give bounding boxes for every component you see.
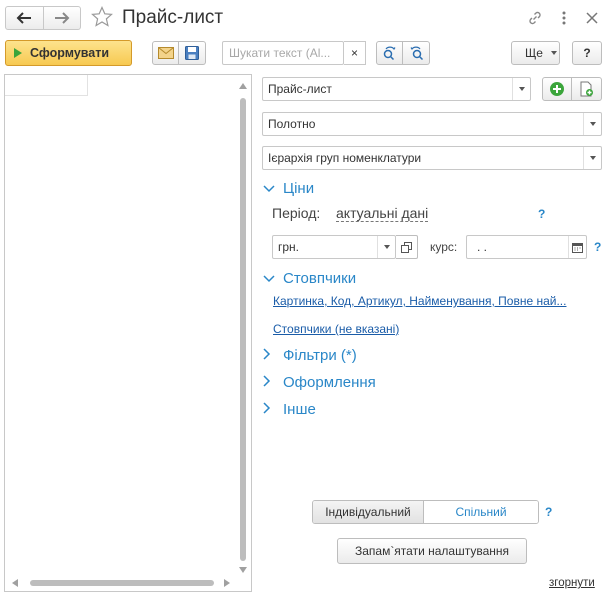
chevron-down-icon xyxy=(263,181,277,196)
columns-section-label: Стовпчики xyxy=(283,270,357,287)
filters-section-header[interactable]: Фільтри (*) xyxy=(263,347,357,364)
horizontal-scrollbar[interactable] xyxy=(8,577,240,589)
arrow-left-icon xyxy=(16,12,32,24)
back-button[interactable] xyxy=(6,7,43,29)
search-previous-button[interactable] xyxy=(403,41,430,65)
floppy-disk-icon xyxy=(185,46,199,60)
search-next-button[interactable] xyxy=(376,41,403,65)
report-variant-value: Прайс-лист xyxy=(268,82,332,96)
search-forward-icon xyxy=(383,46,395,60)
help-button[interactable]: ? xyxy=(572,41,602,65)
individual-mode-option[interactable]: Індивідуальний xyxy=(313,501,424,523)
chevron-right-icon xyxy=(263,348,277,363)
save-button[interactable] xyxy=(179,41,206,65)
more-button[interactable]: Ще xyxy=(511,41,560,65)
scroll-up-icon[interactable] xyxy=(239,83,247,89)
period-value-link[interactable]: актуальні дані xyxy=(336,205,429,222)
currency-value: грн. xyxy=(278,240,300,254)
link-icon[interactable] xyxy=(526,9,544,27)
output-format-value: Полотно xyxy=(268,117,316,131)
shared-mode-option[interactable]: Спільний xyxy=(424,501,538,523)
grouping-value: Ієрархія груп номенклатури xyxy=(268,151,422,165)
dropdown-arrow-icon[interactable] xyxy=(377,236,395,258)
envelope-icon xyxy=(157,47,174,59)
period-label: Період: xyxy=(272,205,321,221)
more-vertical-icon[interactable] xyxy=(555,9,573,27)
arrow-right-icon xyxy=(54,12,70,24)
rate-help-icon[interactable]: ? xyxy=(594,240,601,254)
search-clear-button[interactable]: × xyxy=(344,41,366,65)
scroll-left-icon[interactable] xyxy=(12,579,18,587)
dropdown-arrow-icon[interactable] xyxy=(583,147,601,169)
output-format-select[interactable]: Полотно xyxy=(262,112,602,136)
vertical-scrollbar[interactable] xyxy=(238,83,248,578)
currency-select[interactable]: грн. xyxy=(272,235,396,259)
report-variant-select[interactable]: Прайс-лист xyxy=(262,77,531,101)
rate-date-value: . . xyxy=(477,240,488,254)
prices-section-label: Ціни xyxy=(283,180,315,197)
open-window-icon xyxy=(401,241,412,253)
close-icon[interactable] xyxy=(583,9,601,27)
vertical-scroll-thumb[interactable] xyxy=(240,98,246,561)
design-section-header[interactable]: Оформлення xyxy=(263,374,376,391)
rate-label: курс: xyxy=(430,240,458,254)
columns-section-header[interactable]: Стовпчики xyxy=(263,270,356,287)
dropdown-arrow-icon[interactable] xyxy=(512,78,530,100)
dropdown-arrow-icon[interactable] xyxy=(583,113,601,135)
unset-columns-link[interactable]: Стовпчики (не вказані) xyxy=(273,322,399,336)
open-currency-button[interactable] xyxy=(396,235,418,259)
other-section-header[interactable]: Інше xyxy=(263,401,316,418)
save-settings-button[interactable]: Запам`ятати налаштування xyxy=(337,538,527,564)
play-icon xyxy=(14,48,22,58)
mode-help-icon[interactable]: ? xyxy=(545,505,552,519)
grouping-select[interactable]: Ієрархія груп номенклатури xyxy=(262,146,602,170)
settings-mode-toggle: Індивідуальний Спільний xyxy=(312,500,539,524)
copy-variant-button[interactable] xyxy=(572,77,602,101)
horizontal-scroll-thumb[interactable] xyxy=(30,580,214,586)
search-back-icon xyxy=(410,46,424,60)
filters-section-label: Фільтри (*) xyxy=(283,347,357,364)
other-section-label: Інше xyxy=(283,401,316,418)
calendar-icon[interactable] xyxy=(568,236,586,258)
generate-button[interactable]: Сформувати xyxy=(5,40,132,66)
more-button-label: Ще xyxy=(525,46,543,60)
add-variant-button[interactable] xyxy=(542,77,572,101)
copy-document-icon xyxy=(580,81,593,97)
selected-columns-link[interactable]: Картинка, Код, Артикул, Найменування, По… xyxy=(273,294,598,308)
report-cell[interactable] xyxy=(5,75,88,96)
add-circle-icon xyxy=(550,82,564,96)
favorite-star-icon[interactable] xyxy=(90,5,114,29)
navigation-buttons xyxy=(5,6,81,30)
window-title: Прайс-лист xyxy=(122,7,224,28)
collapse-panel-link[interactable]: згорнути xyxy=(549,577,595,589)
chevron-down-icon xyxy=(263,271,277,286)
scroll-down-icon[interactable] xyxy=(239,567,247,573)
chevron-down-icon xyxy=(550,51,557,55)
forward-button[interactable] xyxy=(42,7,81,29)
chevron-right-icon xyxy=(263,375,277,390)
scroll-right-icon[interactable] xyxy=(224,579,230,587)
search-input[interactable]: Шукати текст (Al... xyxy=(222,41,344,65)
report-area[interactable] xyxy=(4,74,252,592)
prices-section-header[interactable]: Ціни xyxy=(263,180,314,197)
rate-date-input[interactable]: . . xyxy=(466,235,587,259)
period-help-icon[interactable]: ? xyxy=(538,207,545,221)
send-email-button[interactable] xyxy=(152,41,179,65)
chevron-right-icon xyxy=(263,402,277,417)
design-section-label: Оформлення xyxy=(283,374,376,391)
generate-button-label: Сформувати xyxy=(30,46,110,60)
